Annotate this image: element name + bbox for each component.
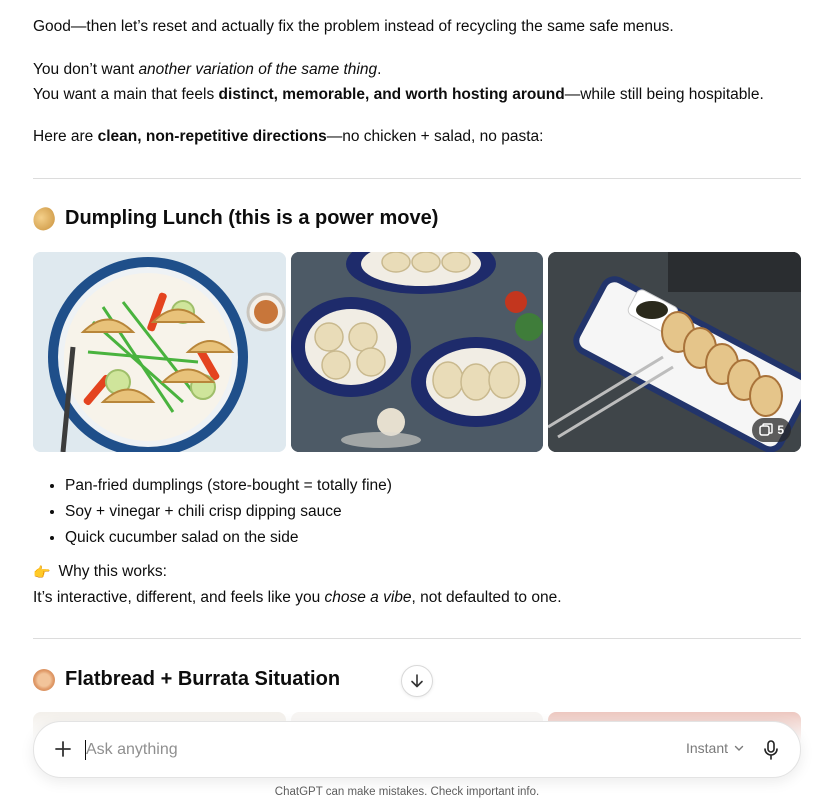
text: Here are bbox=[33, 128, 98, 145]
divider bbox=[33, 178, 801, 179]
divider bbox=[33, 638, 801, 639]
section-heading: Dumpling Lunch (this is a power move) bbox=[29, 204, 439, 233]
text: You want a main that feels bbox=[33, 86, 219, 103]
bold-text: distinct, memorable, and worth hosting a… bbox=[218, 86, 565, 103]
emphasis: another variation of the same thing bbox=[138, 61, 378, 78]
why-label: Why this works: bbox=[58, 563, 167, 580]
why-explanation: It’s interactive, different, and feels l… bbox=[33, 585, 562, 611]
gallery-image-dumpling-salad[interactable] bbox=[33, 252, 286, 452]
chevron-down-icon bbox=[734, 745, 744, 751]
emphasis: chose a vibe bbox=[324, 589, 412, 606]
list-item: Soy + vinegar + chili crisp dipping sauc… bbox=[65, 499, 392, 525]
list-item: Pan-fried dumplings (store-bought = tota… bbox=[65, 473, 392, 499]
gallery-image-steamed-dumplings[interactable] bbox=[290, 252, 544, 452]
images-stack-icon bbox=[759, 423, 774, 436]
microphone-icon bbox=[764, 740, 778, 760]
image-count: 5 bbox=[777, 423, 785, 437]
image-count-badge[interactable]: 5 bbox=[752, 418, 792, 442]
message-paragraph: Here are clean, non-repetitive direction… bbox=[33, 124, 543, 150]
model-mode-selector[interactable]: Instant bbox=[686, 740, 744, 756]
arrow-down-icon bbox=[411, 674, 423, 688]
message-paragraph: You want a main that feels distinct, mem… bbox=[33, 82, 764, 108]
text: You don’t want bbox=[33, 61, 139, 78]
text-caret bbox=[85, 740, 86, 760]
plus-icon bbox=[55, 741, 71, 757]
list-item: Quick cucumber salad on the side bbox=[65, 525, 392, 551]
message-paragraph: You don’t want another variation of the … bbox=[33, 57, 381, 83]
section-heading-text: Flatbread + Burrata Situation bbox=[65, 668, 341, 690]
text: —no chicken + salad, no pasta: bbox=[326, 128, 544, 145]
section-heading: Flatbread + Burrata Situation bbox=[33, 668, 340, 691]
add-attachment-button[interactable] bbox=[52, 738, 74, 760]
image-gallery: 5 bbox=[33, 252, 802, 452]
message-composer: Instant bbox=[33, 721, 801, 778]
gallery-image-dumpling-platter[interactable]: 5 bbox=[548, 252, 802, 452]
dumpling-emoji-icon bbox=[29, 204, 59, 233]
bullet-list: Pan-fried dumplings (store-bought = tota… bbox=[33, 473, 392, 551]
flatbread-emoji-icon bbox=[33, 668, 55, 691]
text: —while still being hospitable. bbox=[564, 86, 764, 103]
scroll-to-bottom-button[interactable] bbox=[401, 665, 433, 697]
mode-label: Instant bbox=[685, 740, 728, 756]
section-heading-text: Dumpling Lunch (this is a power move) bbox=[65, 207, 439, 229]
voice-input-button[interactable] bbox=[760, 739, 782, 761]
steamed-dumplings-illustration bbox=[290, 252, 544, 452]
pointing-hand-icon: 👉 bbox=[33, 564, 51, 580]
why-label-row: 👉 Why this works: bbox=[33, 559, 167, 585]
text: It’s interactive, different, and feels l… bbox=[33, 589, 325, 606]
dumpling-salad-illustration bbox=[33, 252, 286, 452]
disclaimer-text: ChatGPT can make mistakes. Check importa… bbox=[274, 786, 540, 798]
text: . bbox=[377, 61, 382, 78]
message-paragraph: Good—then let’s reset and actually fix t… bbox=[33, 18, 674, 35]
bold-text: clean, non-repetitive directions bbox=[97, 128, 327, 145]
text: , not defaulted to one. bbox=[411, 589, 562, 606]
prompt-input[interactable] bbox=[86, 736, 626, 764]
